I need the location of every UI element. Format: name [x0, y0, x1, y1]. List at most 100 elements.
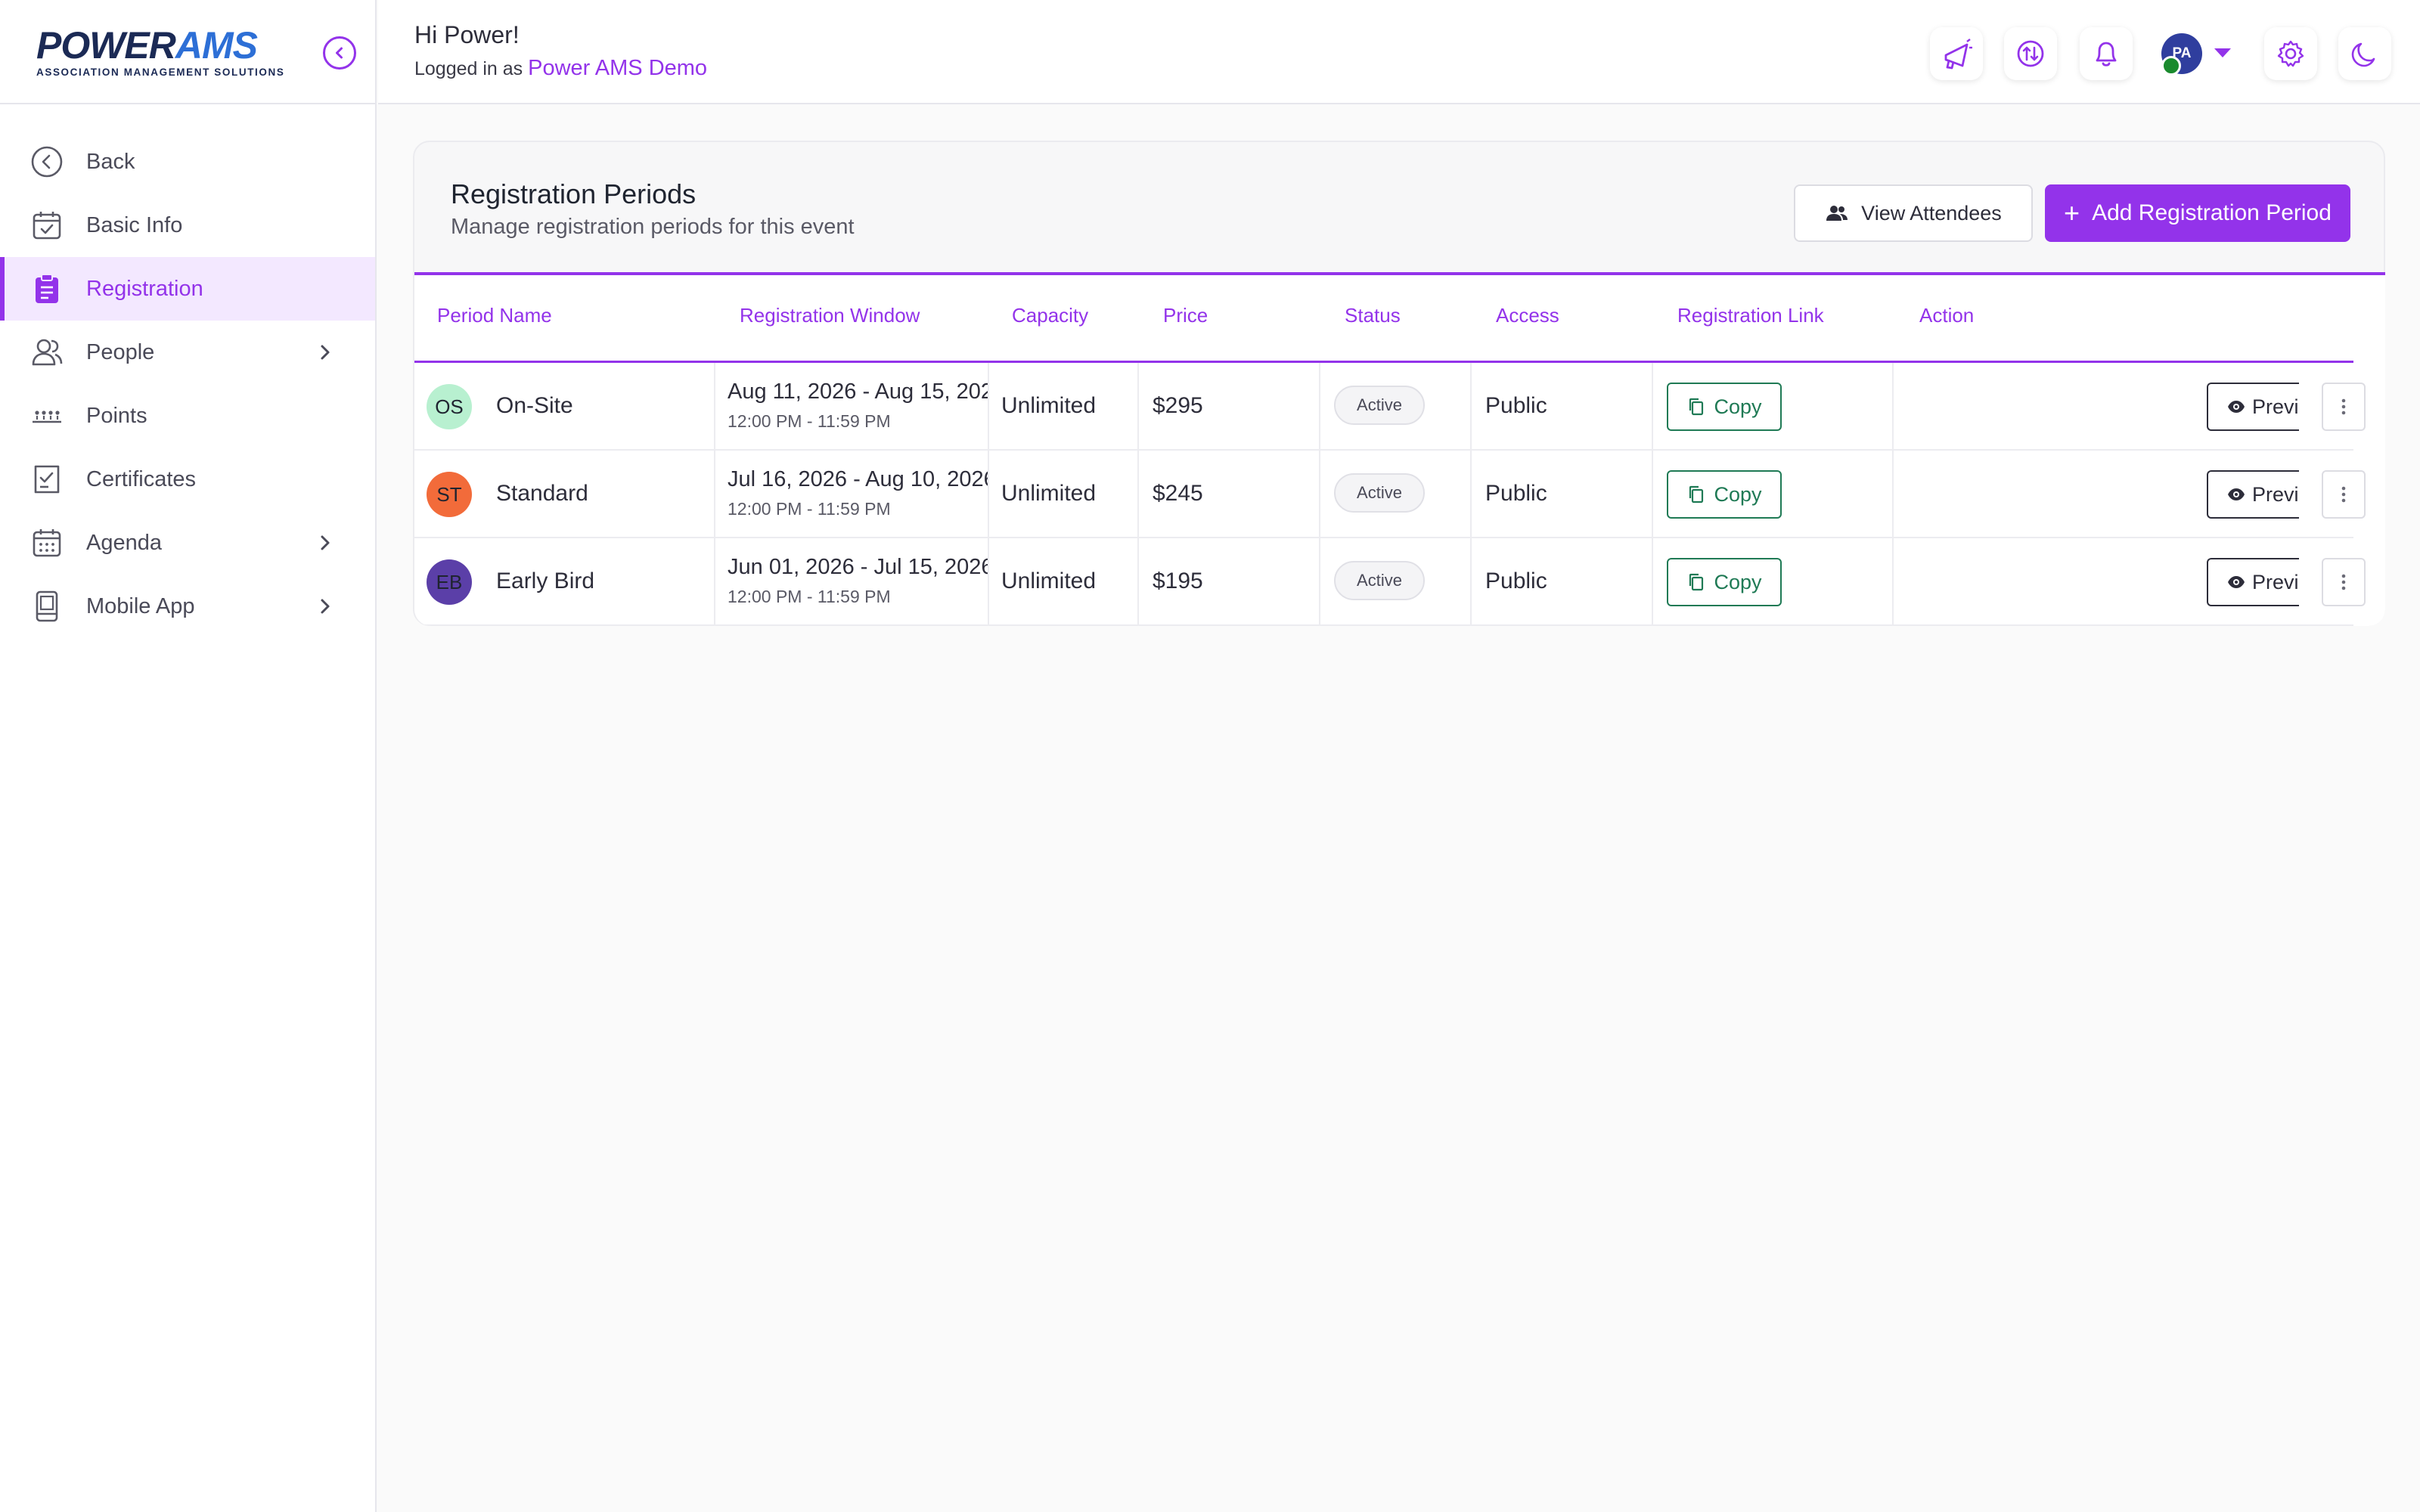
column-divider: [1652, 363, 1653, 451]
copy-label: Copy: [1714, 570, 1762, 593]
price-value: $195: [1153, 569, 1203, 593]
copy-link-button[interactable]: Copy: [1667, 470, 1782, 519]
page-subtitle: Manage registration periods for this eve…: [451, 215, 855, 239]
eye-icon: [2228, 488, 2245, 500]
logo[interactable]: POWERAMS ASSOCIATION MANAGEMENT SOLUTION…: [36, 26, 284, 78]
announcements-button[interactable]: [1930, 27, 1983, 80]
sidebar-item-label: Certificates: [86, 466, 197, 491]
sidebar-item-agenda[interactable]: Agenda: [0, 511, 375, 575]
online-status-dot: [2161, 56, 2181, 76]
column-header-registration-window[interactable]: Registration Window: [740, 304, 920, 327]
column-divider: [988, 538, 989, 626]
moon-icon: [2351, 42, 2375, 67]
column-divider: [1470, 451, 1472, 538]
more-vertical-icon: [2341, 574, 2346, 590]
chevron-left-icon: [336, 47, 343, 59]
sidebar-item-certificates[interactable]: Certificates: [0, 448, 375, 511]
agenda-icon: [30, 526, 64, 559]
collapse-sidebar-button[interactable]: [323, 36, 356, 70]
preview-link-button[interactable]: Preview: [2207, 558, 2299, 606]
column-divider: [1137, 538, 1139, 626]
copy-link-button[interactable]: Copy: [1667, 383, 1782, 431]
chevron-right-icon: [321, 345, 330, 360]
column-header-access[interactable]: Access: [1496, 304, 1559, 327]
registration-window: Aug 11, 2026 - Aug 15, 2026 12:00 PM - 1…: [715, 363, 988, 451]
row-actions-menu-button[interactable]: [2322, 470, 2366, 519]
copy-link-button[interactable]: Copy: [1667, 558, 1782, 606]
sidebar-item-label: Points: [86, 403, 147, 428]
preview-clip: Preview: [1753, 538, 2301, 626]
column-divider: [1470, 538, 1472, 626]
add-registration-period-label: Add Registration Period: [2092, 200, 2332, 225]
column-header-capacity[interactable]: Capacity: [1012, 304, 1088, 327]
table-row: OS On-Site Aug 11, 2026 - Aug 15, 2026 1…: [414, 363, 2366, 451]
period-name: Early Bird: [496, 569, 595, 593]
column-divider: [1892, 451, 1894, 538]
caret-down-icon[interactable]: [2214, 48, 2231, 57]
column-header-period-name[interactable]: Period Name: [437, 304, 552, 327]
column-header-status[interactable]: Status: [1345, 304, 1401, 327]
registration-window-times: 12:00 PM - 11:59 PM: [728, 499, 891, 519]
dark-mode-toggle[interactable]: [2338, 27, 2391, 80]
preview-link-button[interactable]: Preview: [2207, 470, 2299, 519]
account-name[interactable]: Power AMS Demo: [528, 56, 707, 80]
add-registration-period-button[interactable]: + Add Registration Period: [2045, 184, 2350, 242]
column-divider: [1470, 363, 1472, 451]
preview-label: Preview: [2252, 570, 2299, 593]
column-divider: [988, 451, 989, 538]
points-icon: [30, 399, 64, 432]
logged-in-prefix: Logged in as: [414, 58, 523, 79]
chevron-right-icon: [321, 535, 330, 550]
preview-clip: Preview: [1753, 363, 2301, 451]
calendar-check-icon: [30, 209, 64, 242]
column-divider: [1137, 363, 1139, 451]
column-header-price[interactable]: Price: [1163, 304, 1208, 327]
row-actions-menu-button[interactable]: [2322, 383, 2366, 431]
registration-periods-table: Period Name Registration Window Capacity…: [414, 272, 2385, 626]
clipboard-icon: [30, 272, 64, 305]
capacity-value: Unlimited: [1001, 569, 1097, 593]
sidebar-item-basic-info[interactable]: Basic Info: [0, 194, 375, 257]
settings-button[interactable]: [2264, 27, 2317, 80]
column-header-action: Action: [1919, 304, 1975, 327]
gear-icon: [2277, 40, 2304, 67]
column-divider: [1319, 451, 1320, 538]
more-vertical-icon: [2341, 486, 2346, 503]
registration-window-dates: Jul 16, 2026 - Aug 10, 2026: [728, 467, 988, 491]
switch-account-button[interactable]: [2004, 27, 2057, 80]
sidebar: POWERAMS ASSOCIATION MANAGEMENT SOLUTION…: [0, 0, 377, 1512]
column-divider: [1137, 451, 1139, 538]
period-name: On-Site: [496, 393, 573, 418]
megaphone-icon: [1944, 39, 1972, 70]
table-row: EB Early Bird Jun 01, 2026 - Jul 15, 202…: [414, 538, 2366, 626]
registration-window: Jul 16, 2026 - Aug 10, 2026 12:00 PM - 1…: [715, 451, 988, 538]
sidebar-item-label: Mobile App: [86, 593, 195, 618]
users-icon: [1826, 206, 1848, 221]
row-actions-menu-button[interactable]: [2322, 558, 2366, 606]
sidebar-item-mobile-app[interactable]: Mobile App: [0, 575, 375, 638]
price-value: $245: [1153, 481, 1203, 506]
view-attendees-label: View Attendees: [1861, 201, 2002, 225]
column-divider: [1652, 451, 1653, 538]
column-divider: [988, 363, 989, 451]
view-attendees-button[interactable]: View Attendees: [1794, 184, 2033, 242]
bell-icon: [2096, 42, 2117, 67]
sidebar-item-registration[interactable]: Registration: [0, 257, 375, 321]
period-initials-avatar: EB: [427, 559, 472, 605]
notifications-button[interactable]: [2080, 27, 2133, 80]
access-value: Public: [1485, 481, 1547, 506]
period-initials-avatar: ST: [427, 472, 472, 517]
preview-link-button[interactable]: Preview: [2207, 383, 2299, 431]
registration-window-times: 12:00 PM - 11:59 PM: [728, 587, 891, 606]
user-avatar[interactable]: PA: [2161, 33, 2207, 79]
logo-area: POWERAMS ASSOCIATION MANAGEMENT SOLUTION…: [0, 0, 375, 104]
sidebar-item-people[interactable]: People: [0, 321, 375, 384]
capacity-value: Unlimited: [1001, 481, 1097, 506]
column-divider: [1319, 363, 1320, 451]
sidebar-nav: Back Basic Info Registration People Poin…: [0, 104, 375, 638]
sidebar-item-back[interactable]: Back: [0, 130, 375, 194]
status-badge: Active: [1334, 561, 1425, 600]
preview-label: Preview: [2252, 482, 2299, 506]
column-header-registration-link: Registration Link: [1677, 304, 1824, 327]
sidebar-item-points[interactable]: Points: [0, 384, 375, 448]
